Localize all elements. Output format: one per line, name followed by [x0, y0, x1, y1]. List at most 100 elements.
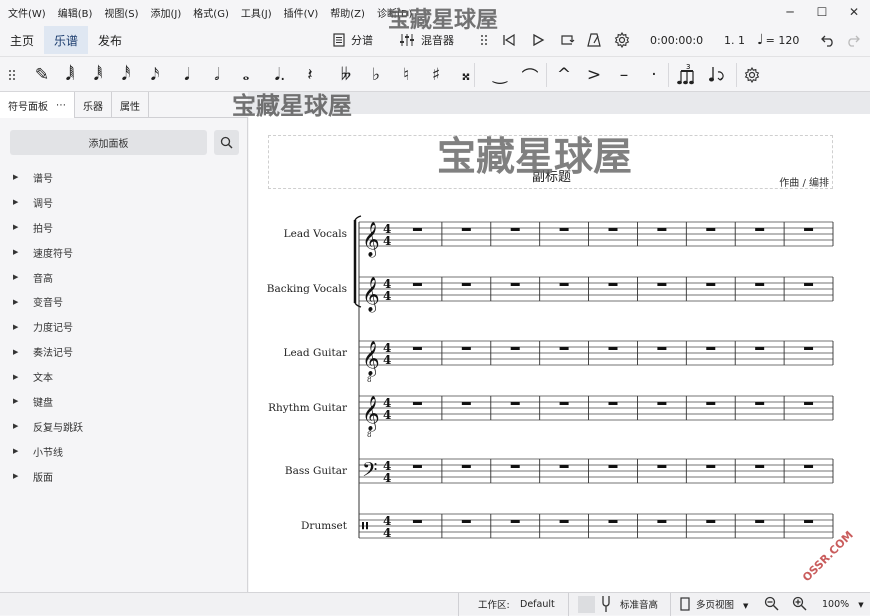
whole-rest[interactable] — [510, 228, 520, 231]
palette-item[interactable]: ▶ 调号 — [0, 190, 248, 215]
add-palettes-button[interactable]: 添加面板 — [10, 130, 207, 155]
whole-rest[interactable] — [706, 402, 716, 405]
zoom-level-selector[interactable]: 100% ▼ — [822, 599, 864, 610]
whole-rest[interactable] — [461, 465, 471, 468]
toolbar-grip-icon[interactable] — [0, 57, 24, 93]
bracket-top[interactable] — [354, 215, 362, 221]
natural-icon[interactable]: ♮ — [394, 57, 418, 93]
slur-icon[interactable]: ⌒ — [518, 57, 542, 93]
menu-item[interactable]: 添加(J) — [145, 5, 188, 20]
whole-rest[interactable] — [657, 465, 667, 468]
tab-score[interactable]: 乐谱 — [44, 26, 89, 54]
view-mode-selector[interactable]: 多页视图 ▼ — [696, 597, 748, 611]
whole-rest[interactable] — [461, 520, 471, 523]
expand-arrow-icon[interactable]: ▶ — [0, 422, 33, 430]
expand-arrow-icon[interactable]: ▶ — [0, 472, 33, 480]
pencil-icon[interactable]: ✎ — [30, 57, 54, 93]
expand-arrow-icon[interactable]: ▶ — [0, 223, 33, 231]
parts-button[interactable]: 分谱 — [333, 26, 373, 54]
tab-instruments[interactable]: 乐器 — [75, 92, 112, 118]
tuplet-icon[interactable]: 3 — [676, 57, 700, 93]
undo-icon[interactable] — [820, 26, 836, 54]
palette-item[interactable]: ▶ 速度符号 — [0, 240, 248, 265]
whole-rest[interactable] — [608, 465, 618, 468]
palette-item[interactable]: ▶ 文本 — [0, 364, 248, 389]
whole-rest[interactable] — [608, 283, 618, 286]
close-button[interactable]: ✕ — [838, 0, 870, 24]
whole-rest[interactable] — [510, 402, 520, 405]
clef[interactable]: 𝄢 — [362, 458, 377, 486]
whole-rest[interactable] — [657, 347, 667, 350]
whole-rest[interactable] — [461, 402, 471, 405]
palette-item[interactable]: ▶ 力度记号 — [0, 314, 248, 339]
whole-rest[interactable] — [706, 520, 716, 523]
redo-icon[interactable] — [845, 26, 861, 54]
time-signature[interactable]: 4 — [383, 234, 391, 248]
play-icon[interactable] — [531, 26, 545, 54]
palette-item[interactable]: ▶ 音高 — [0, 265, 248, 290]
maximize-button[interactable]: ☐ — [806, 0, 838, 24]
zoom-out-icon[interactable] — [764, 596, 779, 614]
whole-rest[interactable] — [559, 283, 569, 286]
whole-rest[interactable] — [804, 402, 814, 405]
time-signature[interactable]: 4 — [383, 526, 391, 540]
time-signature[interactable]: 4 — [383, 289, 391, 303]
tie-icon[interactable]: ‿ — [488, 57, 512, 93]
rewind-icon[interactable] — [502, 26, 516, 54]
expand-arrow-icon[interactable]: ▶ — [0, 273, 33, 281]
expand-arrow-icon[interactable]: ▶ — [0, 348, 33, 356]
palette-item[interactable]: ▶ 奏法记号 — [0, 339, 248, 364]
expand-arrow-icon[interactable]: ▶ — [0, 248, 33, 256]
sixty-fourth-note-icon[interactable]: 𝅘𝅥𝅲 — [58, 57, 82, 93]
menu-item[interactable]: 编辑(B) — [52, 5, 99, 20]
palette-item[interactable]: ▶ 反复与跳跃 — [0, 414, 248, 439]
concert-pitch-label[interactable]: 标准音高 — [620, 597, 658, 611]
time-signature[interactable]: 4 — [383, 353, 391, 367]
tab-properties[interactable]: 属性 — [112, 92, 149, 118]
time-signature[interactable]: 4 — [383, 408, 391, 422]
palette-item[interactable]: ▶ 键盘 — [0, 389, 248, 414]
octave-marking[interactable]: 8 — [367, 376, 371, 384]
score-canvas[interactable]: 副标题 作曲 / 编排 Lead Vocals Backing Vocals Lea… — [249, 114, 870, 592]
more-options-icon[interactable]: ⋯ — [56, 100, 66, 111]
whole-rest[interactable] — [755, 347, 765, 350]
clef[interactable]: 𝄞 — [362, 396, 380, 432]
whole-rest[interactable] — [804, 347, 814, 350]
sixteenth-note-icon[interactable]: 𝅘𝅥𝅰 — [114, 57, 138, 93]
playback-settings-icon[interactable] — [614, 26, 630, 54]
whole-rest[interactable] — [608, 347, 618, 350]
expand-arrow-icon[interactable]: ▶ — [0, 173, 33, 181]
eighth-note-icon[interactable]: 𝅘𝅥𝅯 — [143, 57, 167, 93]
whole-rest[interactable] — [755, 283, 765, 286]
customize-toolbar-icon[interactable] — [740, 57, 764, 93]
whole-rest[interactable] — [755, 520, 765, 523]
flat-icon[interactable]: ♭ — [364, 57, 388, 93]
tab-home[interactable]: 主页 — [0, 26, 44, 54]
whole-rest[interactable] — [510, 347, 520, 350]
whole-rest[interactable] — [657, 402, 667, 405]
whole-rest[interactable] — [804, 465, 814, 468]
expand-arrow-icon[interactable]: ▶ — [0, 323, 33, 331]
whole-rest[interactable] — [510, 520, 520, 523]
menu-item[interactable]: 格式(G) — [187, 5, 235, 20]
metronome-icon[interactable] — [587, 26, 601, 54]
whole-rest[interactable] — [657, 283, 667, 286]
whole-rest[interactable] — [755, 402, 765, 405]
menu-item[interactable]: 视图(S) — [98, 5, 144, 20]
loop-icon[interactable] — [559, 26, 575, 54]
clef[interactable]: 𝄥 — [362, 514, 368, 538]
thirty-second-note-icon[interactable]: 𝅘𝅥𝅱 — [86, 57, 110, 93]
whole-rest[interactable] — [559, 465, 569, 468]
whole-rest[interactable] — [608, 402, 618, 405]
whole-rest[interactable] — [706, 347, 716, 350]
clef[interactable]: 𝄞 — [362, 341, 380, 377]
sharp-icon[interactable]: ♯ — [424, 57, 448, 93]
whole-rest[interactable] — [412, 465, 422, 468]
palette-item[interactable]: ▶ 版面 — [0, 464, 248, 489]
expand-arrow-icon[interactable]: ▶ — [0, 447, 33, 455]
whole-rest[interactable] — [559, 228, 569, 231]
whole-rest[interactable] — [461, 347, 471, 350]
whole-rest[interactable] — [657, 228, 667, 231]
whole-rest[interactable] — [559, 347, 569, 350]
menu-item[interactable]: 插件(V) — [278, 5, 325, 20]
